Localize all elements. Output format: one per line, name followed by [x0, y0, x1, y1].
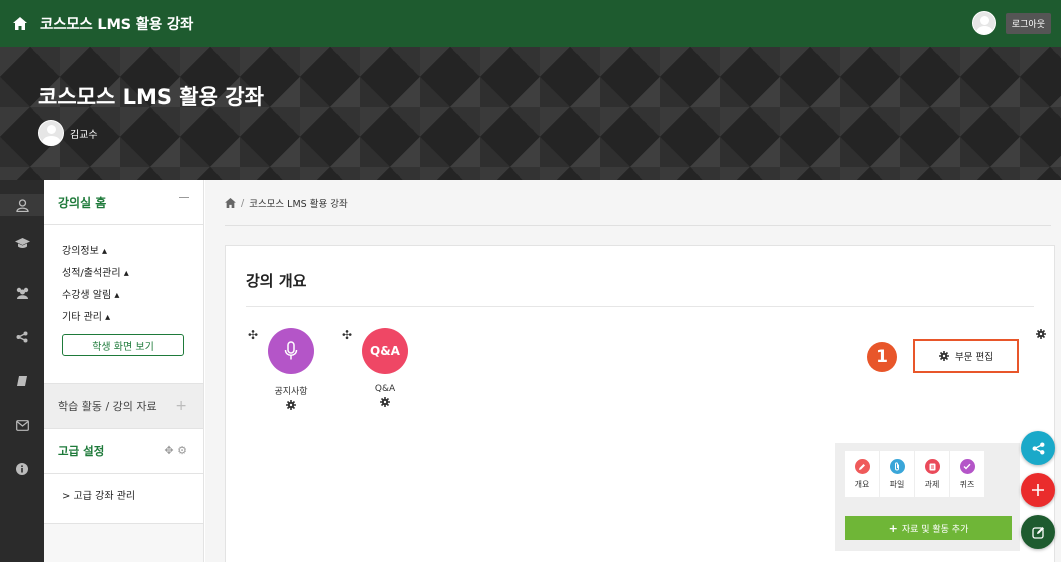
user-avatar[interactable]: [971, 11, 996, 35]
course-banner: 코스모스 LMS 활용 강좌 김교수: [0, 47, 1061, 180]
menu-item-grades[interactable]: 성적/출석관리 ▴: [44, 259, 203, 281]
activity-qna[interactable]: Q&A Q&A: [345, 328, 425, 407]
rail-courses[interactable]: [0, 232, 44, 254]
menu-item-notifications[interactable]: 수강생 알림 ▴: [44, 281, 203, 303]
activity-label[interactable]: Q&A: [345, 384, 425, 394]
qna-activity-icon[interactable]: Q&A: [362, 328, 408, 374]
activity-settings[interactable]: [251, 400, 331, 410]
menu-item-other[interactable]: 기타 관리 ▴: [44, 303, 203, 325]
edit-section-button[interactable]: 부문 편집: [913, 339, 1019, 373]
divider: [225, 225, 1051, 226]
rail-share[interactable]: [0, 326, 44, 348]
rail-participants[interactable]: [0, 282, 44, 304]
expand-icon[interactable]: +: [175, 398, 187, 414]
gear-icon: [286, 400, 296, 410]
logout-button[interactable]: 로그아웃: [1005, 12, 1051, 34]
teacher-avatar: [38, 120, 64, 146]
quick-add-panel: 개요 파일 과제 퀴즈 + 자료 및 활동 추가: [835, 443, 1020, 551]
home-button[interactable]: [0, 0, 40, 47]
breadcrumb-separator: /: [241, 197, 245, 209]
pencil-icon: [854, 459, 870, 474]
user-icon: [15, 198, 29, 212]
mail-icon: [15, 419, 29, 431]
menu-activities[interactable]: 학습 활동 / 강의 자료 +: [44, 384, 203, 429]
activity-label[interactable]: 공지사항: [251, 384, 331, 397]
quick-add-label: 과제: [924, 480, 940, 489]
section-settings[interactable]: [1036, 324, 1046, 343]
rail-messages[interactable]: [0, 414, 44, 436]
edit-icon: [1031, 526, 1044, 539]
gear-icon: [380, 397, 390, 407]
notice-activity-icon[interactable]: [268, 328, 314, 374]
share-fab[interactable]: [1021, 431, 1055, 465]
quick-add-label: 퀴즈: [959, 480, 975, 489]
menu-item-course-info[interactable]: 강의정보 ▴: [44, 237, 203, 259]
course-home-submenu: 강의정보 ▴ 성적/출석관리 ▴ 수강생 알림 ▴ 기타 관리 ▴ 학생 화면 …: [44, 225, 203, 384]
add-fab[interactable]: [1021, 473, 1055, 507]
quick-add-file[interactable]: 파일: [880, 451, 914, 497]
plus-icon: [1032, 484, 1044, 496]
group-icon: [16, 287, 28, 299]
add-resource-activity-button[interactable]: + 자료 및 활동 추가: [845, 516, 1012, 540]
left-icon-rail: [0, 180, 44, 562]
menu-advanced[interactable]: 고급 설정 ✥ ⚙: [44, 429, 203, 474]
gear-icon: [1036, 329, 1046, 339]
teacher-name: 김교수: [70, 129, 98, 141]
collapse-icon[interactable]: [179, 197, 189, 198]
home-icon: [13, 17, 27, 30]
quick-add-label: 파일: [889, 480, 905, 489]
check-icon: [959, 459, 975, 474]
edit-section-label: 부문 편집: [955, 352, 993, 363]
graduation-cap-icon: [14, 238, 30, 248]
rail-user[interactable]: [0, 194, 44, 216]
book-icon: [17, 376, 27, 386]
breadcrumb-current[interactable]: 코스모스 LMS 활용 강좌: [249, 196, 348, 210]
menu-item-advanced-course[interactable]: > 고급 강좌 관리: [44, 474, 203, 524]
quick-add-icons: 개요 파일 과제 퀴즈: [845, 451, 985, 497]
activity-notice[interactable]: 공지사항: [251, 328, 331, 410]
student-view-button[interactable]: 학생 화면 보기: [62, 334, 184, 356]
assignment-icon: [924, 459, 940, 474]
edit-mode-fab[interactable]: [1021, 515, 1055, 549]
course-title: 코스모스 LMS 활용 강좌: [38, 85, 264, 109]
file-icon: [889, 459, 905, 474]
home-icon[interactable]: [225, 198, 236, 208]
section-title: 강의 개요: [246, 272, 307, 290]
step-badge: 1: [867, 342, 897, 372]
site-title[interactable]: 코스모스 LMS 활용 강좌: [40, 13, 193, 34]
section-divider: [246, 306, 1034, 307]
banner-pattern: [0, 47, 1061, 180]
quick-add-overview[interactable]: 개요: [845, 451, 879, 497]
share-icon: [16, 331, 28, 343]
add-resource-label: 자료 및 활동 추가: [901, 524, 969, 535]
activities-label: 학습 활동 / 강의 자료: [58, 400, 157, 413]
plus-icon: +: [888, 521, 898, 535]
course-home-label: 강의실 홈: [58, 195, 107, 210]
share-icon: [1032, 442, 1044, 454]
gear-icon: [939, 351, 949, 361]
activity-settings[interactable]: [345, 397, 425, 407]
menu-course-home[interactable]: 강의실 홈: [44, 180, 203, 225]
move-settings-icon[interactable]: ✥ ⚙: [164, 444, 187, 457]
advanced-label: 고급 설정: [58, 444, 105, 458]
rail-library[interactable]: [0, 370, 44, 392]
microphone-icon: [284, 341, 298, 360]
quick-add-quiz[interactable]: 퀴즈: [950, 451, 984, 497]
quick-add-assignment[interactable]: 과제: [915, 451, 949, 497]
breadcrumb: / 코스모스 LMS 활용 강좌: [225, 196, 348, 210]
course-menu: 강의실 홈 강의정보 ▴ 성적/출석관리 ▴ 수강생 알림 ▴ 기타 관리 ▴ …: [44, 180, 204, 562]
quick-add-label: 개요: [854, 480, 870, 489]
teacher-info: 김교수: [38, 120, 98, 146]
info-icon: [16, 463, 28, 475]
rail-info[interactable]: [0, 458, 44, 480]
top-navbar: 코스모스 LMS 활용 강좌 로그아웃: [0, 0, 1061, 47]
